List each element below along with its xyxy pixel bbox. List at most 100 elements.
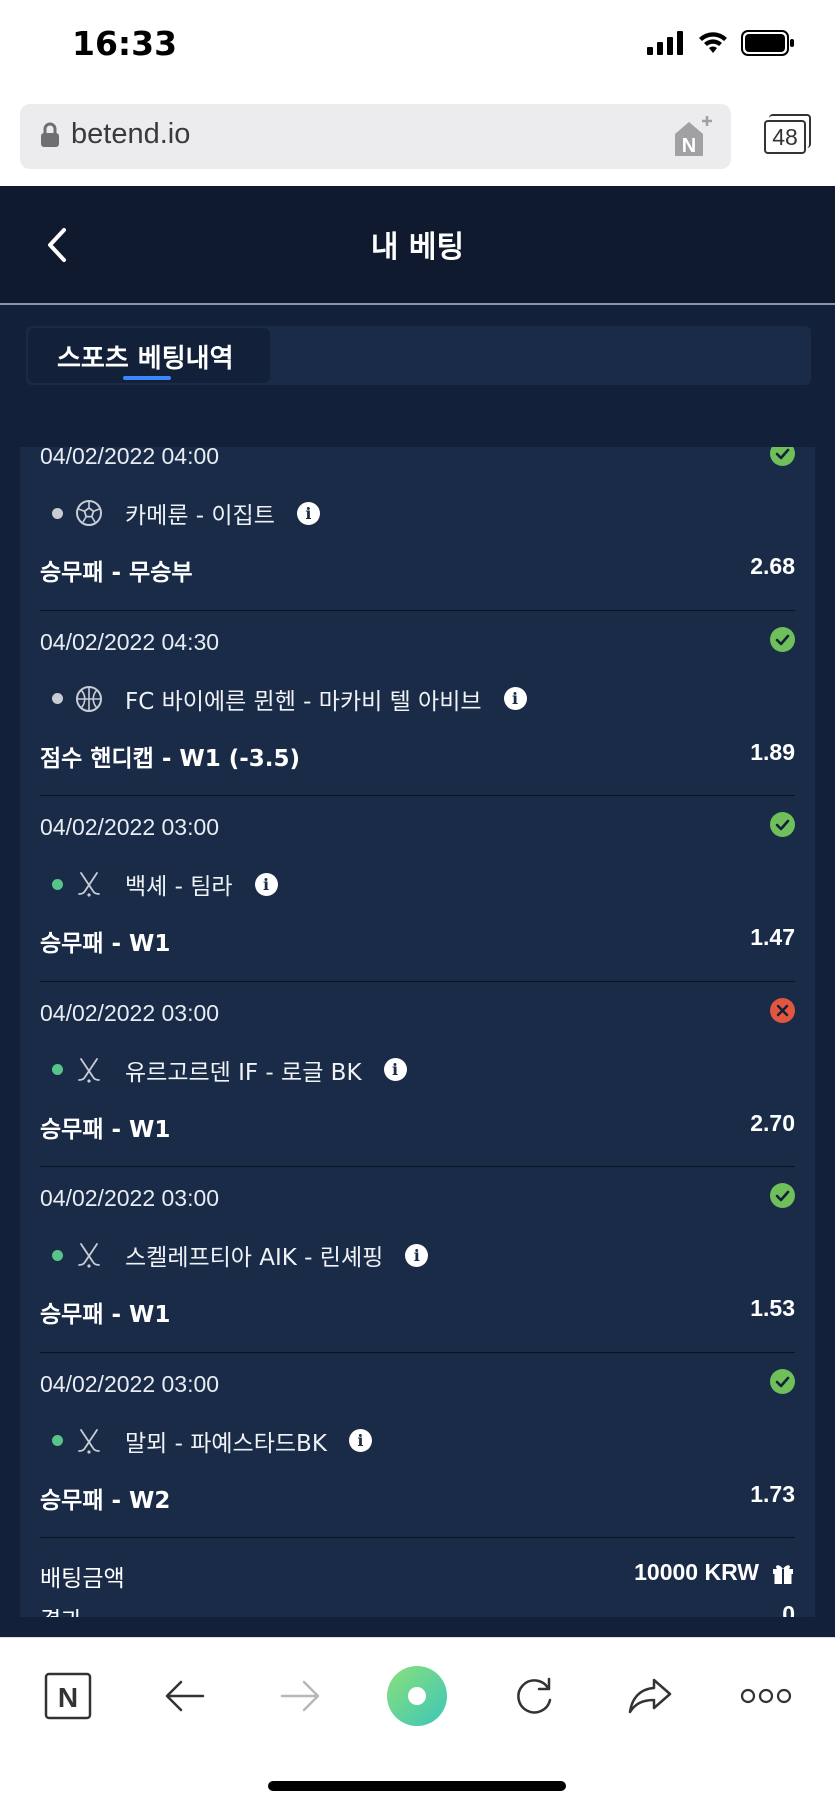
reload-button[interactable]	[502, 1664, 566, 1728]
info-icon[interactable]: i	[383, 1058, 407, 1081]
win-check-icon	[770, 626, 795, 652]
status-time: 16:33	[72, 24, 178, 63]
arrow-right-icon	[280, 1680, 320, 1712]
reload-icon	[517, 1677, 552, 1714]
status-dot	[52, 878, 63, 890]
win-check-icon	[770, 1183, 795, 1208]
bet-date: 04/02/2022 03:00	[40, 1185, 220, 1211]
bet-item: 04/02/2022 03:00 스켈레프티아 AIK - 린셰핑 i 승무패 - W…	[40, 1167, 795, 1353]
info-icon[interactable]: i	[503, 687, 527, 710]
bet-match: 말뫼 - 파예스타드BK i	[40, 1421, 372, 1461]
win-check-icon	[770, 812, 795, 837]
tab-bar: 스포츠 베팅내역	[26, 326, 811, 385]
forward-button[interactable]	[268, 1664, 332, 1728]
bet-odds: 2.68	[750, 553, 795, 579]
stake-value-wrap: 10000 KRW	[634, 1559, 795, 1586]
bet-market: 승무패 - W1	[40, 1116, 171, 1143]
bet-odds: 1.89	[750, 738, 795, 765]
app-content: 내 베팅 스포츠 베팅내역 04/02/2022 04:00 카메룬 - 이집트 i…	[0, 186, 835, 1637]
basketball-icon	[75, 685, 103, 713]
stake-value: 10000 KRW	[634, 1559, 759, 1585]
naver-logo-icon: N	[44, 1672, 92, 1720]
bet-item: 04/02/2022 04:30 FC 바이에른 뮌헨 - 마카비 텔 아비브 i 점…	[40, 611, 795, 796]
bet-summary: 배팅금액 10000 KRW 결과 0	[40, 1538, 795, 1617]
bet-odds: 1.73	[750, 1480, 795, 1507]
back-button[interactable]	[153, 1664, 217, 1728]
tab-label: 스포츠 베팅내역	[57, 344, 234, 374]
bet-item: 04/02/2022 03:00 유르고르덴 IF - 로글 BK i 승무패 - W…	[40, 982, 795, 1167]
hockey-sticks-icon	[75, 870, 103, 898]
bet-teams: 백셰 - 팀라	[125, 874, 233, 900]
bet-list: 04/02/2022 04:00 카메룬 - 이집트 i 승무패 - 무승부 2.68 0…	[20, 447, 815, 1617]
tab-sports-bet-history[interactable]: 스포츠 베팅내역	[28, 328, 270, 383]
result-value: 0	[782, 1601, 795, 1617]
lock-icon	[41, 122, 59, 147]
gift-icon[interactable]	[771, 1561, 795, 1585]
tabs-count-button[interactable]: 48	[764, 120, 806, 154]
bet-match: FC 바이에른 뮌헨 - 마카비 텔 아비브 i	[40, 679, 527, 719]
arrow-left-icon	[165, 1680, 205, 1712]
battery-icon	[741, 30, 794, 56]
browser-address-bar: betend.io N 48	[0, 94, 835, 186]
status-dot	[52, 507, 63, 519]
bet-item: 04/02/2022 04:00 카메룬 - 이집트 i 승무패 - 무승부 2.68	[40, 447, 795, 611]
info-icon[interactable]: i	[348, 1429, 372, 1452]
hockey-sticks-icon	[75, 1056, 103, 1084]
bet-match: 스켈레프티아 AIK - 린셰핑 i	[40, 1235, 429, 1275]
wifi-icon	[699, 32, 727, 53]
status-dot	[52, 1249, 63, 1261]
add-home-icon[interactable]: N	[669, 112, 717, 160]
bet-date: 04/02/2022 03:00	[40, 814, 220, 840]
bet-teams: 카메룬 - 이집트	[125, 503, 275, 529]
share-button[interactable]	[618, 1664, 682, 1728]
bet-market: 승무패 - W2	[40, 1487, 171, 1514]
win-check-icon	[770, 1368, 795, 1394]
bet-item: 04/02/2022 03:00 백셰 - 팀라 i 승무패 - W1 1.47	[40, 796, 795, 982]
green-dot-icon	[387, 1666, 447, 1726]
status-dot	[52, 693, 63, 704]
bet-date: 04/02/2022 03:00	[40, 1370, 220, 1397]
more-dots-icon	[740, 1688, 792, 1704]
lose-x-icon	[770, 997, 795, 1023]
tab-active-indicator	[123, 376, 171, 380]
bet-list-panel: 04/02/2022 04:00 카메룬 - 이집트 i 승무패 - 무승부 2.68 0…	[20, 447, 815, 1617]
green-dot-button[interactable]	[385, 1664, 449, 1728]
bet-odds: 1.47	[750, 924, 795, 950]
bet-match: 유르고르덴 IF - 로글 BK i	[40, 1050, 407, 1090]
bet-odds: 1.53	[750, 1295, 795, 1321]
result-row: 결과 0	[40, 1601, 795, 1617]
hockey-sticks-icon	[75, 1241, 103, 1269]
bet-item: 04/02/2022 03:00 말뫼 - 파예스타드BK i 승무패 - W2 1.7…	[40, 1353, 795, 1538]
bet-date: 04/02/2022 04:00	[40, 447, 220, 469]
info-icon[interactable]: i	[296, 501, 320, 525]
status-dot	[52, 1064, 63, 1075]
bet-match: 카메룬 - 이집트 i	[40, 493, 320, 533]
win-check-icon	[770, 447, 795, 466]
bet-teams: FC 바이에른 뮌헨 - 마카비 텔 아비브	[125, 688, 482, 715]
stake-label: 배팅금액	[40, 1566, 125, 1592]
bet-market: 승무패 - W1	[40, 1302, 171, 1328]
page-title: 내 베팅	[370, 230, 465, 265]
app-header: 내 베팅	[0, 186, 835, 305]
more-button[interactable]	[734, 1664, 798, 1728]
naver-home-button[interactable]: N	[36, 1664, 100, 1728]
info-icon[interactable]: i	[254, 872, 278, 896]
bet-date: 04/02/2022 03:00	[40, 999, 220, 1026]
status-icons	[647, 30, 795, 56]
bet-odds: 2.70	[750, 1109, 795, 1136]
status-bar: 16:33	[0, 0, 835, 94]
stake-row: 배팅금액 10000 KRW	[40, 1559, 795, 1595]
bet-match: 백셰 - 팀라 i	[40, 864, 278, 904]
home-indicator	[268, 1781, 566, 1791]
bet-teams: 스켈레프티아 AIK - 린셰핑	[125, 1245, 384, 1271]
bet-date: 04/02/2022 04:30	[40, 628, 220, 655]
url-field[interactable]: betend.io N	[20, 104, 731, 169]
bet-teams: 유르고르덴 IF - 로글 BK	[125, 1059, 362, 1086]
bet-market: 승무패 - W1	[40, 931, 171, 957]
svg-text:N: N	[682, 135, 696, 157]
svg-text:N: N	[58, 1682, 78, 1713]
hockey-sticks-icon	[75, 1427, 103, 1455]
info-icon[interactable]: i	[405, 1243, 429, 1267]
bet-teams: 말뫼 - 파예스타드BK	[125, 1430, 327, 1457]
url-text: betend.io	[71, 118, 191, 150]
